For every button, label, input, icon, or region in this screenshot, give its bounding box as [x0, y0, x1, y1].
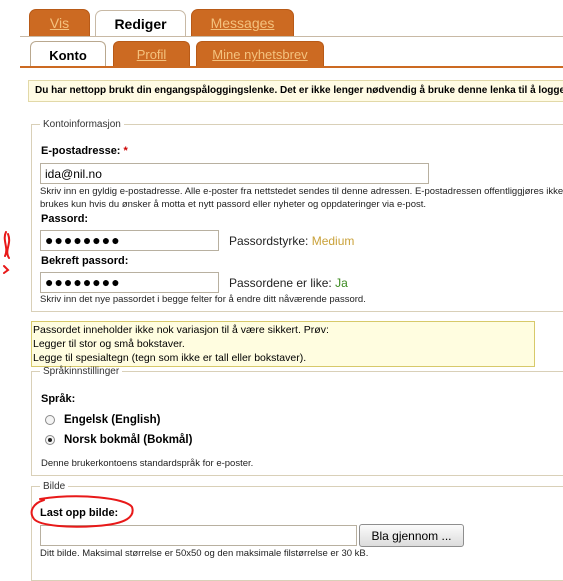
annotation-overlay — [3, 231, 134, 528]
annotation-circle — [30, 495, 134, 528]
annotation-mark — [3, 231, 11, 274]
